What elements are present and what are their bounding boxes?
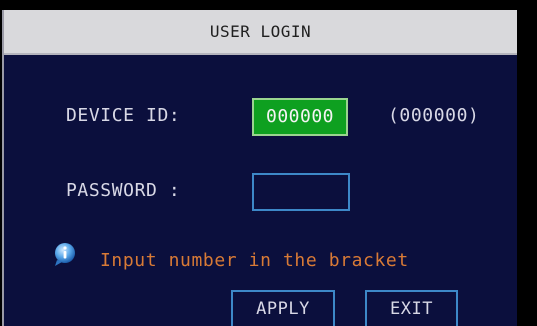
password-label: PASSWORD : — [66, 180, 181, 201]
device-id-label: DEVICE ID: — [66, 105, 181, 126]
info-icon — [55, 243, 75, 266]
apply-button[interactable]: APPLY — [231, 290, 335, 326]
dialog-title: USER LOGIN — [4, 10, 517, 55]
device-id-field[interactable]: 000000 — [252, 98, 348, 136]
password-field[interactable] — [252, 173, 350, 211]
screen: USER LOGIN DEVICE ID: 000000 (000000) PA… — [0, 0, 537, 326]
device-id-default-hint: (000000) — [388, 105, 480, 126]
exit-button[interactable]: EXIT — [365, 290, 458, 326]
login-dialog: USER LOGIN DEVICE ID: 000000 (000000) PA… — [2, 10, 517, 326]
hint-text: Input number in the bracket — [100, 250, 409, 271]
